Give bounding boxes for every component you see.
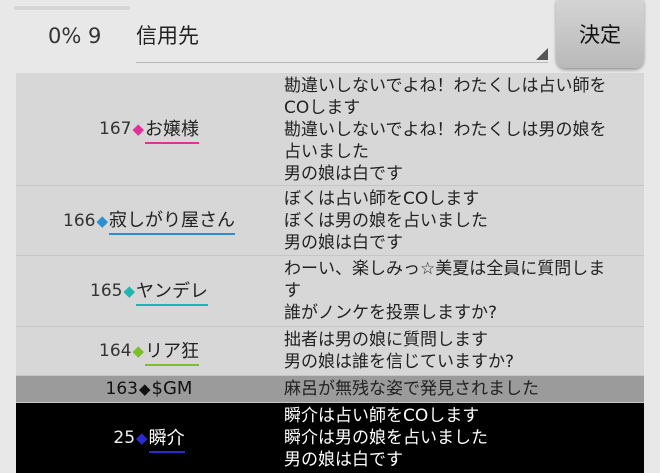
message-line: 男の娘は白です [284,164,403,184]
speaker: 165 ◆ ヤンデレ [16,256,282,326]
player-name[interactable]: 瞬介 [148,424,185,453]
message-line: 誰がノンケを投票しますか? [284,303,498,323]
player-number: 166 [63,210,96,231]
message: 瞬介は占い師をCOします 瞬介は男の娘を占いました 男の娘は白です [284,403,644,473]
message: 拙者は男の娘に質問します 男の娘は誰を信じていますか? [284,327,644,375]
speaker: 167 ◆ お嬢様 [16,73,282,185]
player-name[interactable]: リア狂 [145,337,199,366]
message: 麻呂が無残な姿で発見されました [284,376,644,402]
progress-bar [14,6,130,10]
top-bar: 0% 9 信用先 決定 [0,0,660,72]
diamond-icon: ◆ [132,120,144,138]
diamond-icon: ◆ [136,429,148,447]
diamond-icon: ◆ [96,211,108,230]
speaker: 163 ◆ $GM [16,376,282,402]
message-line: 勘違いしないでよね！わたくしは占い師を [284,76,607,96]
player-number: 25 [113,428,136,448]
player-number: 163 [105,379,138,399]
diamond-icon: ◆ [132,342,144,360]
decide-button[interactable]: 決定 [556,0,644,68]
message-line: ぼくは男の娘を占いました [284,211,488,231]
message-line: 麻呂が無残な姿で発見されました [284,379,539,399]
chat-log[interactable]: 167 ◆ お嬢様 勘違いしないでよね！わたくしは占い師を COします 勘違いし… [16,73,644,473]
diamond-icon: ◆ [138,380,151,398]
message-line: 瞬介は占い師をCOします [284,406,480,426]
message-line: COします [284,98,361,118]
player-number: 165 [90,281,123,301]
player-number: 164 [99,341,132,361]
message-line: 拙者は男の娘に質問します [284,330,488,350]
log-entry-gm: 163 ◆ $GM 麻呂が無残な姿で発見されました [16,376,644,403]
message-line: ぼくは占い師をCOします [284,189,480,209]
message-line: 勘違いしないでよね！わたくしは男の娘を [284,120,607,140]
trust-target-value: 信用先 [136,24,199,48]
message: ぼくは占い師をCOします ぼくは男の娘を占いました 男の娘は白です [284,186,644,256]
dropdown-corner-icon [536,48,548,60]
speaker: 25 ◆ 瞬介 [16,403,282,473]
message-line: わーい、楽しみっ☆美夏は全員に質問しま [284,259,606,279]
message: 勘違いしないでよね！わたくしは占い師を COします 勘違いしないでよね！わたくし… [284,73,644,187]
message-line: 男の娘は誰を信じていますか? [284,352,515,372]
log-entry-self: 25 ◆ 瞬介 瞬介は占い師をCOします 瞬介は男の娘を占いました 男の娘は白で… [16,403,644,473]
message-line: す [284,281,301,301]
speaker: 166 ◆ 寂しがり屋さん [16,186,282,255]
speaker: 164 ◆ リア狂 [16,327,282,375]
player-name: $GM [151,378,193,399]
message-line: 男の娘は白です [284,233,403,253]
log-entry: 167 ◆ お嬢様 勘違いしないでよね！わたくしは占い師を COします 勘違いし… [16,73,644,186]
player-name[interactable]: お嬢様 [145,115,199,144]
log-entry: 165 ◆ ヤンデレ わーい、楽しみっ☆美夏は全員に質問しま す 誰がノンケを投… [16,256,644,327]
player-name[interactable]: ヤンデレ [136,277,208,306]
message-line: 瞬介は男の娘を占いました [284,428,488,448]
message-line: 男の娘は白です [284,450,403,470]
trust-target-select[interactable]: 信用先 [136,10,548,63]
diamond-icon: ◆ [123,282,135,300]
player-name[interactable]: 寂しがり屋さん [109,206,235,235]
vote-counter: 0% 9 [48,24,102,48]
player-number: 167 [99,119,132,139]
message-line: 占いました [284,142,369,162]
log-entry: 164 ◆ リア狂 拙者は男の娘に質問します 男の娘は誰を信じていますか? [16,327,644,376]
log-entry: 166 ◆ 寂しがり屋さん ぼくは占い師をCOします ぼくは男の娘を占いました … [16,186,644,256]
message: わーい、楽しみっ☆美夏は全員に質問しま す 誰がノンケを投票しますか? [284,256,644,326]
